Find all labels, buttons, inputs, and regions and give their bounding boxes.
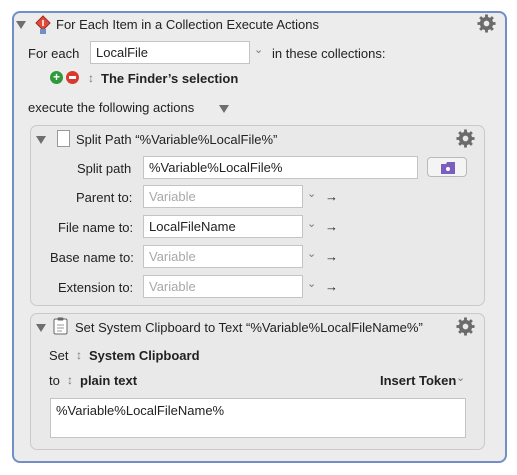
disclosure-triangle-icon[interactable] — [36, 324, 46, 332]
in-collections-label: in these collections: — [272, 46, 386, 61]
chevron-down-icon[interactable]: ⌄ — [307, 277, 316, 290]
updown-icon[interactable]: ↕ — [67, 373, 73, 387]
collection-selector[interactable]: The Finder’s selection — [101, 71, 238, 86]
file-name-to-field[interactable]: LocalFileName — [143, 215, 303, 238]
gear-icon[interactable] — [456, 129, 475, 148]
chevron-down-icon[interactable]: ⌄ — [254, 43, 263, 56]
parent-to-label: Parent to: — [76, 190, 133, 205]
clipboard-selector[interactable]: System Clipboard — [89, 348, 200, 363]
set-label: Set — [49, 348, 69, 363]
execute-menu-triangle-icon[interactable] — [219, 105, 229, 113]
action-title: Set System Clipboard to Text “%Variable%… — [75, 320, 423, 335]
extension-to-label: Extension to: — [58, 280, 134, 295]
for-each-icon — [33, 15, 53, 35]
updown-icon[interactable]: ↕ — [76, 348, 82, 362]
for-each-label: For each — [28, 46, 80, 61]
extension-to-field[interactable]: Variable — [143, 275, 303, 298]
clipboard-text-area[interactable]: %Variable%LocalFileName% — [50, 398, 466, 438]
file-name-to-label: File name to: — [58, 220, 134, 235]
remove-collection-button[interactable] — [66, 71, 79, 84]
chevron-down-icon[interactable]: ⌄ — [307, 187, 316, 200]
disclosure-triangle-icon[interactable] — [16, 21, 26, 29]
text-format-selector[interactable]: plain text — [80, 373, 137, 388]
split-path-label: Split path — [77, 161, 132, 176]
base-name-to-label: Base name to: — [50, 250, 134, 265]
insert-token-button[interactable]: Insert Token — [380, 373, 456, 388]
chevron-down-icon[interactable]: ⌄ — [456, 371, 465, 384]
action-title: Split Path “%Variable%LocalFile%” — [76, 132, 278, 147]
document-icon — [57, 130, 70, 147]
gear-icon[interactable] — [477, 14, 496, 33]
choose-file-button[interactable] — [427, 157, 467, 177]
folder-icon — [441, 162, 455, 174]
arrow-right-icon[interactable]: → — [325, 279, 338, 294]
arrow-right-icon[interactable]: → — [325, 249, 338, 264]
variable-name-field[interactable]: LocalFile — [90, 41, 250, 64]
disclosure-triangle-icon[interactable] — [36, 136, 46, 144]
gear-icon[interactable] — [456, 317, 475, 336]
arrow-right-icon[interactable]: → — [325, 189, 338, 204]
clipboard-icon — [53, 317, 68, 335]
execute-label: execute the following actions — [28, 100, 195, 115]
add-collection-button[interactable]: + — [50, 71, 63, 84]
to-label: to — [49, 373, 60, 388]
base-name-to-field[interactable]: Variable — [143, 245, 303, 268]
chevron-down-icon[interactable]: ⌄ — [307, 247, 316, 260]
updown-icon[interactable]: ↕ — [88, 71, 94, 85]
arrow-right-icon[interactable]: → — [325, 219, 338, 234]
split-path-field[interactable]: %Variable%LocalFile% — [143, 156, 418, 179]
parent-to-field[interactable]: Variable — [143, 185, 303, 208]
chevron-down-icon[interactable]: ⌄ — [307, 217, 316, 230]
action-title: For Each Item in a Collection Execute Ac… — [56, 17, 320, 32]
